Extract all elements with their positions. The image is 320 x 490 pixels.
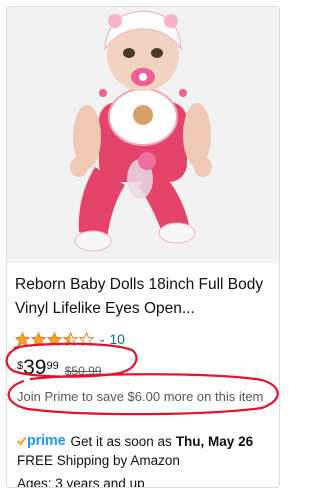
delivery-date: Thu, May 26: [175, 433, 254, 449]
star-rating[interactable]: [15, 331, 95, 347]
prime-logo: prime: [27, 433, 66, 449]
price-fraction: 99: [46, 360, 59, 372]
delivery-text: Get it as soon as: [70, 433, 172, 449]
rating-row[interactable]: ⌄ 10: [15, 329, 125, 349]
list-price: $50.99: [64, 364, 102, 378]
product-card[interactable]: Reborn Baby Dolls 18inch Full Body Vinyl…: [6, 6, 280, 488]
star-icon: [31, 331, 46, 347]
check-icon: [17, 436, 26, 446]
prime-savings-text: Join Prime to save $6.00 more on this it…: [17, 389, 264, 404]
chevron-down-icon[interactable]: ⌄: [98, 334, 106, 345]
review-count-link[interactable]: 10: [109, 331, 125, 347]
price[interactable]: $ 39 99 $50.99: [17, 357, 101, 381]
product-image[interactable]: [7, 7, 279, 263]
star-icon: [15, 331, 30, 347]
product-title[interactable]: Reborn Baby Dolls 18inch Full Body Vinyl…: [15, 273, 273, 321]
price-whole: 39: [23, 356, 47, 379]
shipping-text: FREE Shipping by Amazon: [17, 453, 180, 468]
star-icon: [47, 331, 62, 347]
star-icon: [63, 331, 78, 347]
delivery-row: prime Get it as soon as Thu, May 26: [17, 431, 253, 451]
star-icon: [79, 331, 94, 347]
ages-text: Ages: 3 years and up: [17, 476, 145, 488]
